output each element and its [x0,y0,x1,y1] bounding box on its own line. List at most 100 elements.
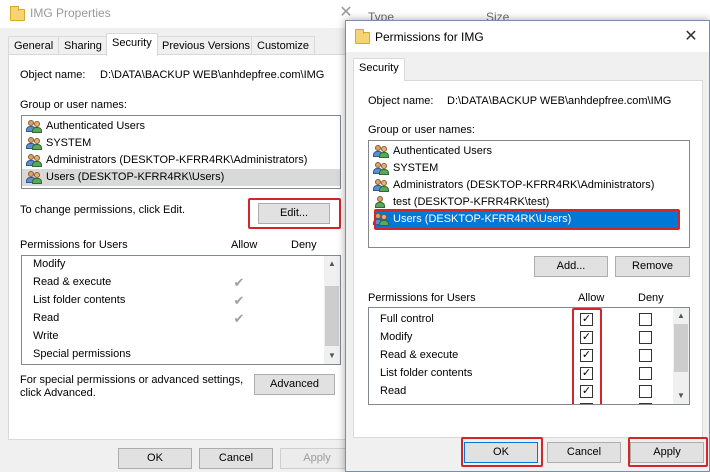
permission-name: Full control [380,313,434,325]
users-group-icon [373,179,389,192]
permission-name: Read & execute [380,349,459,361]
scroll-down-icon[interactable]: ▼ [324,348,340,364]
deny-header: Deny [291,239,317,251]
user-list[interactable]: Authenticated Users SYSTEM Administrator… [21,115,341,189]
permissions-titlebar[interactable]: Permissions for IMG ✕ [346,21,709,52]
change-permissions-text: To change permissions, click Edit. [20,204,186,216]
users-group-icon [26,171,42,184]
object-name-label: Object name: [20,69,86,81]
permission-name: Write [33,330,59,342]
users-group-icon [373,162,389,175]
user-name: SYSTEM [393,162,439,174]
close-icon[interactable]: ✕ [338,5,354,21]
remove-button[interactable]: Remove [615,256,690,277]
scroll-up-icon[interactable]: ▲ [673,308,689,324]
user-name: Administrators (DESKTOP-KFRR4RK\Administ… [393,179,655,191]
list-item[interactable]: Authenticated Users [369,143,689,160]
tab-general[interactable]: General [8,36,60,56]
permission-name: Read & execute [33,276,112,288]
add-button[interactable]: Add... [534,256,608,277]
deny-checkbox[interactable] [639,403,652,404]
properties-title: IMG Properties [30,6,111,20]
object-name-value: D:\DATA\BACKUP WEB\anhdepfree.com\IMG [447,95,672,107]
permissions-header: Permissions for Users [20,239,128,251]
list-item[interactable]: Authenticated Users [22,118,340,135]
properties-window: IMG Properties ✕ General Sharing Securit… [0,0,362,472]
highlight-box [461,437,543,467]
deny-checkbox[interactable] [639,385,652,398]
cancel-button[interactable]: Cancel [199,448,273,469]
user-name: test (DESKTOP-KFRR4RK\test) [393,196,550,208]
highlight-box [374,209,680,230]
user-icon [373,196,389,209]
permissions-scrollbar[interactable]: ▲ ▼ [324,256,340,364]
permissions-title: Permissions for IMG [375,30,484,44]
special-permissions-text-2: click Advanced. [20,387,96,399]
tab-sharing[interactable]: Sharing [58,36,108,56]
folder-icon [10,6,25,21]
special-permissions-text: For special permissions or advanced sett… [20,374,244,386]
permissions-list[interactable]: Modify Read & execute ✔ List folder cont… [21,255,341,365]
scroll-thumb[interactable] [674,324,688,372]
permissions-panel: Object name: D:\DATA\BACKUP WEB\anhdepfr… [353,80,703,438]
apply-button[interactable]: Apply [280,448,354,469]
group-label: Group or user names: [368,124,475,136]
permissions-dialog: Permissions for IMG ✕ Security Object na… [345,20,710,472]
allow-check-icon: ✔ [233,311,245,326]
deny-checkbox[interactable] [639,313,652,326]
properties-titlebar[interactable]: IMG Properties ✕ [0,0,362,28]
user-name: Authenticated Users [46,120,146,132]
permissions-scrollbar[interactable]: ▲ ▼ [673,308,689,404]
users-group-icon [26,137,42,150]
scroll-down-icon[interactable]: ▼ [673,388,689,404]
permission-name: List folder contents [380,367,473,379]
deny-header: Deny [638,292,664,304]
list-item[interactable]: SYSTEM [22,135,340,152]
highlight-box [248,198,341,229]
tab-security[interactable]: Security [106,33,158,56]
list-item[interactable]: Administrators (DESKTOP-KFRR4RK\Administ… [369,177,689,194]
cancel-button[interactable]: Cancel [547,442,621,463]
deny-checkbox[interactable] [639,349,652,362]
list-item[interactable]: Administrators (DESKTOP-KFRR4RK\Administ… [22,152,340,169]
folder-icon [355,29,370,44]
permissions-list[interactable]: Full control Modify Read & execute List … [368,307,690,405]
allow-check-icon: ✔ [233,275,245,290]
allow-header: Allow [578,292,605,304]
permission-name: Special permissions [33,348,131,360]
permission-name: Modify [33,258,66,270]
list-item-selected[interactable]: Users (DESKTOP-KFRR4RK\Users) [22,169,340,186]
user-list[interactable]: Authenticated Users SYSTEM Administrator… [368,140,690,248]
users-group-icon [373,145,389,158]
users-group-icon [26,120,42,133]
users-group-icon [26,154,42,167]
list-item[interactable]: SYSTEM [369,160,689,177]
highlight-box [628,437,708,467]
user-name: Authenticated Users [393,145,493,157]
allow-header: Allow [231,239,258,251]
permission-name: List folder contents [33,294,126,306]
tab-customize[interactable]: Customize [251,36,315,56]
permissions-header: Permissions for Users [368,292,476,304]
close-icon[interactable]: ✕ [683,29,699,45]
user-name: SYSTEM [46,137,92,149]
permission-name: Read [380,385,407,397]
permission-name: Read [33,312,60,324]
permission-name: Modify [380,331,413,343]
highlight-box [572,308,602,404]
group-label: Group or user names: [20,99,127,111]
object-name-value: D:\DATA\BACKUP WEB\anhdepfree.com\IMG [100,69,325,81]
allow-check-icon: ✔ [233,293,245,308]
user-name: Administrators (DESKTOP-KFRR4RK\Administ… [46,154,308,166]
object-name-label: Object name: [368,95,434,107]
advanced-button[interactable]: Advanced [254,374,335,395]
deny-checkbox[interactable] [639,367,652,380]
security-panel: Object name: D:\DATA\BACKUP WEB\anhdepfr… [8,54,348,440]
deny-checkbox[interactable] [639,331,652,344]
scroll-up-icon[interactable]: ▲ [324,256,340,272]
tab-previous-versions[interactable]: Previous Versions [156,36,257,56]
tab-security[interactable]: Security [353,58,405,81]
scroll-thumb[interactable] [325,286,339,346]
user-name: Users (DESKTOP-KFRR4RK\Users) [46,171,225,183]
ok-button[interactable]: OK [118,448,192,469]
